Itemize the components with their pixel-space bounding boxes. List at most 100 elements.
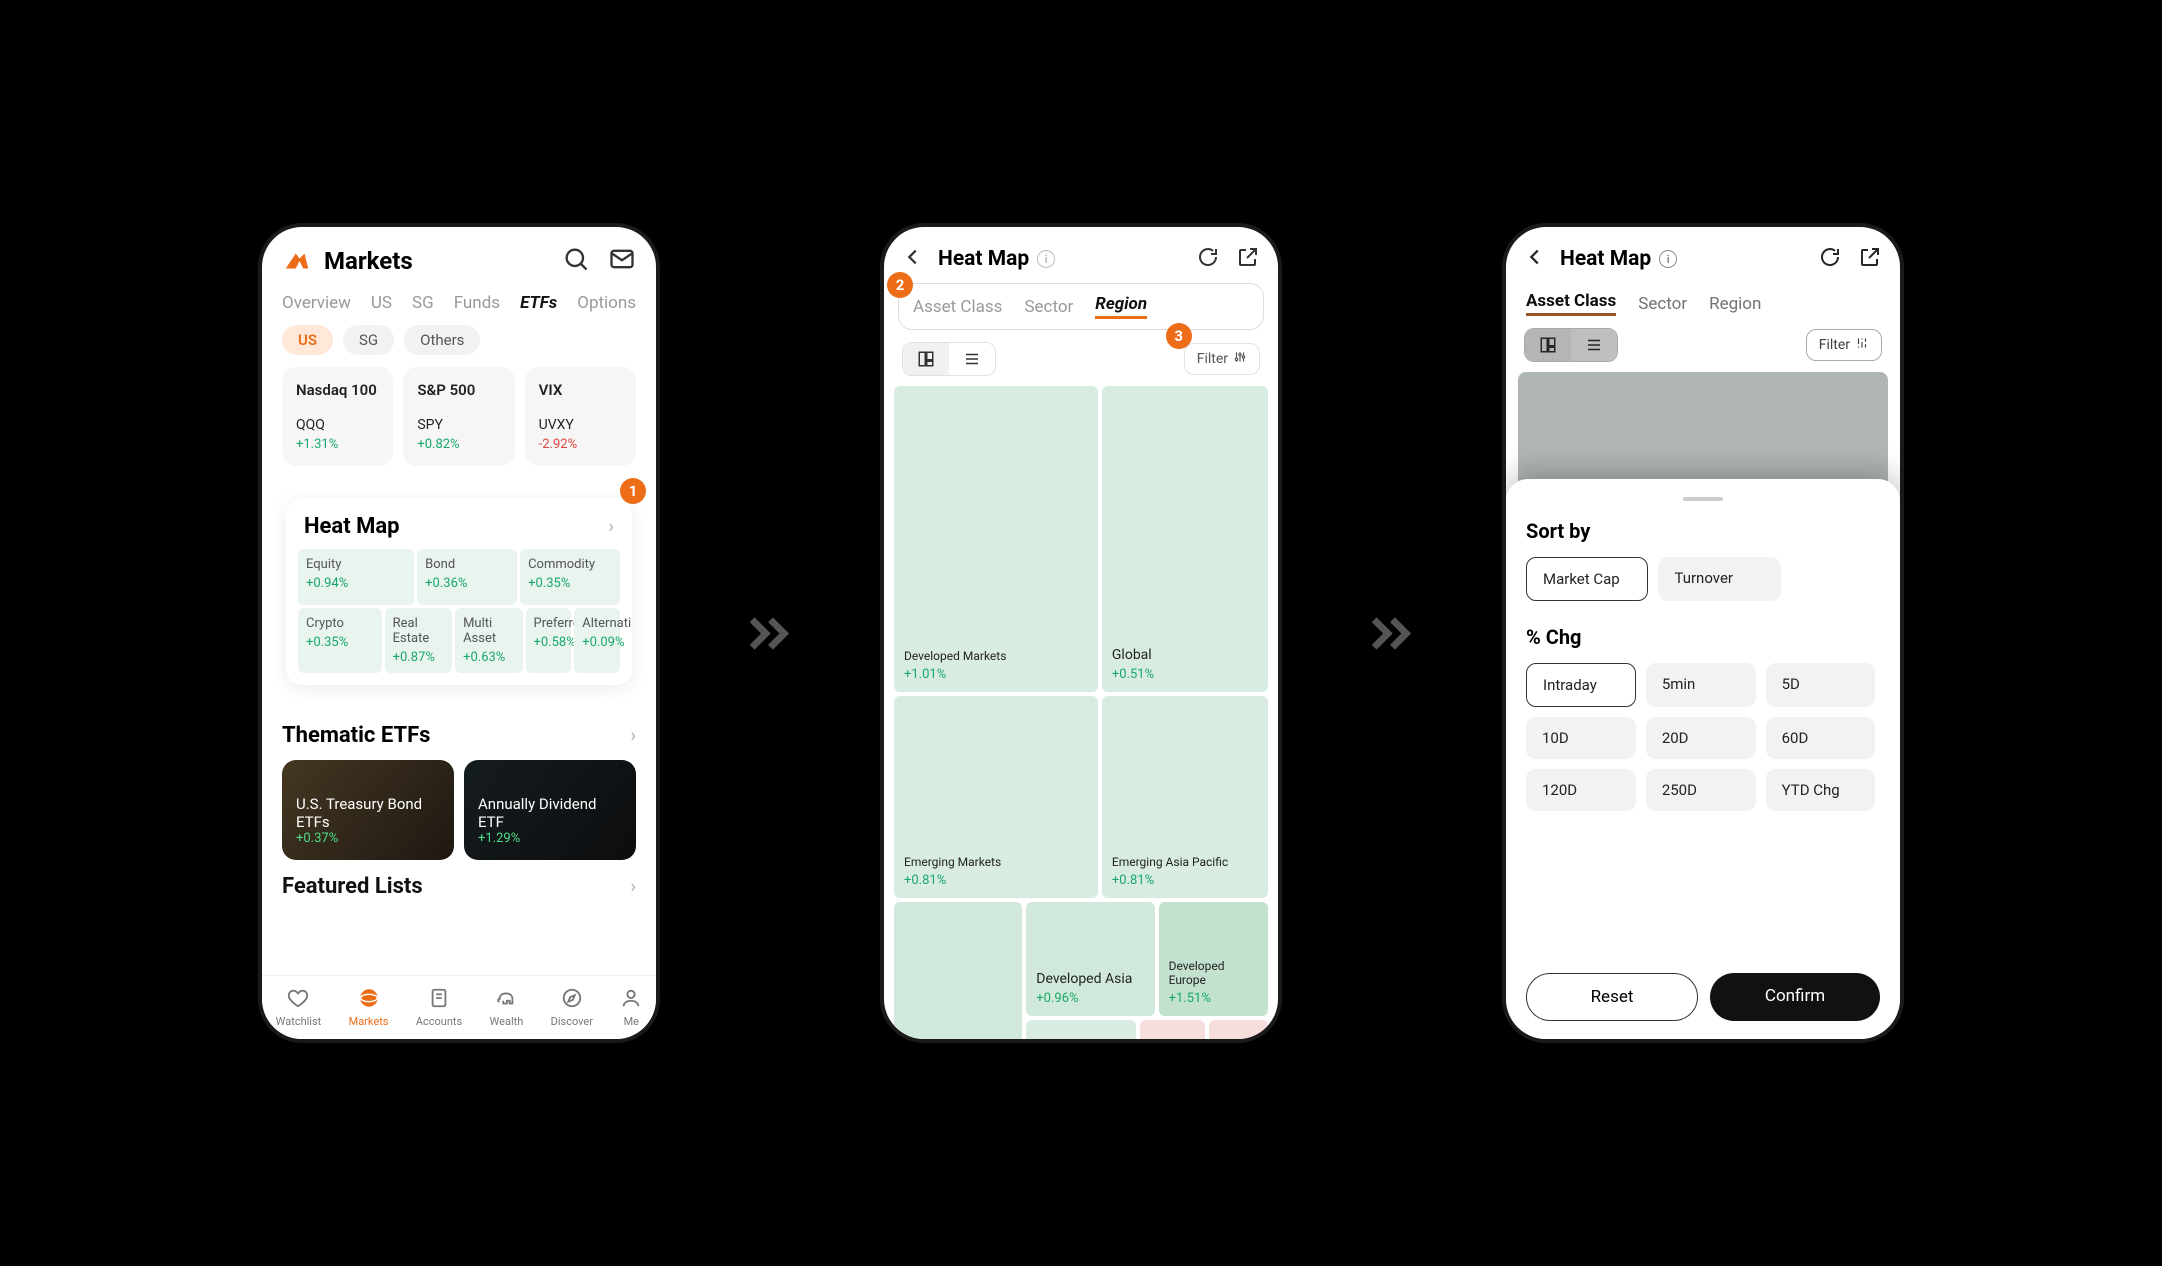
tile-label: Global	[1112, 647, 1258, 663]
tab-overview[interactable]: Overview	[282, 293, 351, 313]
heatmap-cell[interactable]: Equity+0.94%	[298, 549, 414, 605]
tile-change: +1.01%	[904, 667, 1088, 682]
chevron-right-icon[interactable]: ›	[631, 725, 636, 746]
sheet-handle[interactable]	[1683, 497, 1723, 501]
class-tab-sector[interactable]: Sector	[1024, 297, 1073, 317]
info-icon[interactable]: i	[1037, 250, 1055, 268]
pct-option[interactable]: Intraday	[1526, 663, 1636, 707]
reset-button[interactable]: Reset	[1526, 973, 1698, 1021]
nav-watchlist[interactable]: Watchlist	[276, 987, 322, 1028]
tile-label: Emerging Asia Pacific	[1112, 855, 1258, 869]
ticker-card[interactable]: S&P 500 SPY +0.82%	[403, 367, 514, 466]
cell-change: +0.35%	[528, 576, 612, 591]
globe-icon	[358, 987, 380, 1012]
cell-change: +0.87%	[393, 650, 444, 665]
tile-change: +1.51%	[1169, 991, 1258, 1006]
tab-etfs[interactable]: ETFs	[520, 293, 557, 313]
chevron-right-icon[interactable]: ›	[631, 876, 636, 897]
list-view-icon[interactable]	[1571, 329, 1617, 361]
page-title: Heat Map	[938, 247, 1029, 271]
app-logo-icon	[282, 246, 312, 276]
class-tab-sector[interactable]: Sector	[1638, 294, 1687, 314]
external-link-icon[interactable]	[1236, 245, 1260, 273]
thematic-name: U.S. Treasury Bond ETFs	[296, 795, 440, 831]
treemap-tile[interactable]: Global+0.51%	[1102, 386, 1268, 692]
nav-wealth[interactable]: Wealth	[490, 987, 524, 1028]
heatmap-cell[interactable]: Commodity+0.35%	[520, 549, 620, 605]
phone-screen-2: Heat Map i 2 Asset Class Sector Region 3	[880, 223, 1282, 1043]
class-tab-asset[interactable]: Asset Class	[913, 297, 1002, 317]
heatmap-cell[interactable]: Multi Asset+0.63%	[455, 608, 522, 673]
sort-option-market-cap[interactable]: Market Cap	[1526, 557, 1648, 601]
top-tabs: Overview US SG Funds ETFs Options JP	[262, 285, 656, 321]
pct-option[interactable]: 5D	[1766, 663, 1876, 707]
cell-change: +0.36%	[425, 576, 509, 591]
heatmap-section[interactable]: Heat Map › Equity+0.94%Bond+0.36%Commodi…	[286, 498, 632, 685]
treemap-view-icon[interactable]	[1525, 329, 1571, 361]
treemap-tile[interactable]: Japan+0.48%	[1026, 1020, 1135, 1043]
treemap-tile[interactable]: Developed Europe +1.51%	[1159, 902, 1268, 1016]
nav-me[interactable]: Me	[620, 987, 642, 1028]
treemap-tile[interactable]: Developed Asia+0.96%	[1026, 902, 1154, 1016]
heatmap-cell[interactable]: Alternati+0.09%	[574, 608, 620, 673]
chip-others[interactable]: Others	[404, 325, 480, 355]
chevron-right-icon: ›	[609, 516, 614, 537]
treemap-tile[interactable]: Developed Markets+1.01%	[894, 386, 1098, 692]
thematic-card[interactable]: Annually Dividend ETF +1.29%	[464, 760, 636, 860]
pct-option[interactable]: 20D	[1646, 717, 1756, 759]
bottom-nav: Watchlist Markets Accounts Wealth Discov…	[262, 975, 656, 1039]
nav-accounts[interactable]: Accounts	[416, 987, 462, 1028]
ticker-card[interactable]: Nasdaq 100 QQQ +1.31%	[282, 367, 393, 466]
heatmap-cell[interactable]: Crypto+0.35%	[298, 608, 382, 673]
chip-us[interactable]: US	[282, 325, 333, 355]
class-tab-region[interactable]: Region	[1095, 294, 1147, 319]
filter-button[interactable]: Filter	[1184, 343, 1260, 375]
nav-markets[interactable]: Markets	[349, 987, 389, 1028]
treemap-view-icon[interactable]	[903, 343, 949, 375]
thematic-change: +0.37%	[296, 831, 440, 846]
pct-option[interactable]: 10D	[1526, 717, 1636, 759]
heatmap-cell[interactable]: Preferred+0.58%	[526, 608, 572, 673]
thematic-card[interactable]: U.S. Treasury Bond ETFs +0.37%	[282, 760, 454, 860]
external-link-icon[interactable]	[1858, 245, 1882, 273]
pct-option[interactable]: 5min	[1646, 663, 1756, 707]
heatmap-cell[interactable]: Bond+0.36%	[417, 549, 517, 605]
user-icon	[620, 987, 642, 1012]
pct-option[interactable]: 120D	[1526, 769, 1636, 811]
tile-label: Emerging Markets	[904, 855, 1088, 869]
refresh-icon[interactable]	[1818, 245, 1842, 273]
back-icon[interactable]	[902, 246, 924, 272]
search-icon[interactable]	[562, 245, 590, 277]
card-change: -2.92%	[539, 437, 622, 452]
treemap-tile[interactable]: Middle-0.36%	[1209, 1020, 1268, 1043]
treemap-tile[interactable]: Latin-0.40%	[1140, 1020, 1205, 1043]
class-tab-asset[interactable]: Asset Class	[1526, 291, 1616, 316]
pct-option[interactable]: 250D	[1646, 769, 1756, 811]
tab-funds[interactable]: Funds	[454, 293, 500, 313]
class-tab-region[interactable]: Region	[1709, 294, 1761, 314]
filter-button[interactable]: Filter	[1806, 329, 1882, 361]
treemap-grid[interactable]: Developed Markets+1.01%Global+0.51%Emerg…	[884, 386, 1278, 1043]
nav-discover[interactable]: Discover	[551, 987, 593, 1028]
mail-icon[interactable]	[608, 245, 636, 277]
pct-option[interactable]: 60D	[1766, 717, 1876, 759]
info-icon[interactable]: i	[1659, 250, 1677, 268]
sort-option-turnover[interactable]: Turnover	[1658, 557, 1780, 601]
treemap-tile[interactable]: Emerging Markets+0.81%	[894, 696, 1098, 899]
list-view-icon[interactable]	[949, 343, 995, 375]
pct-option[interactable]: YTD Chg	[1766, 769, 1876, 811]
ticker-card[interactable]: VIX UVXY -2.92%	[525, 367, 636, 466]
treemap-tile[interactable]: Emerging Asia Pacific+0.81%	[1102, 696, 1268, 899]
tab-sg[interactable]: SG	[412, 293, 434, 313]
tab-us[interactable]: US	[371, 293, 392, 313]
tile-label: Developed Europe	[1169, 959, 1258, 987]
back-icon[interactable]	[1524, 246, 1546, 272]
confirm-button[interactable]: Confirm	[1710, 973, 1880, 1021]
heatmap-cell[interactable]: Real Estate+0.87%	[385, 608, 452, 673]
refresh-icon[interactable]	[1196, 245, 1220, 273]
tab-options[interactable]: Options	[577, 293, 636, 313]
heatmap-mini-grid[interactable]: Equity+0.94%Bond+0.36%Commodity+0.35% Cry…	[298, 549, 620, 673]
treemap-tile[interactable]: Broad Asia+1.02%	[894, 902, 1022, 1043]
chip-sg[interactable]: SG	[343, 325, 394, 355]
cell-change: +0.35%	[306, 635, 374, 650]
